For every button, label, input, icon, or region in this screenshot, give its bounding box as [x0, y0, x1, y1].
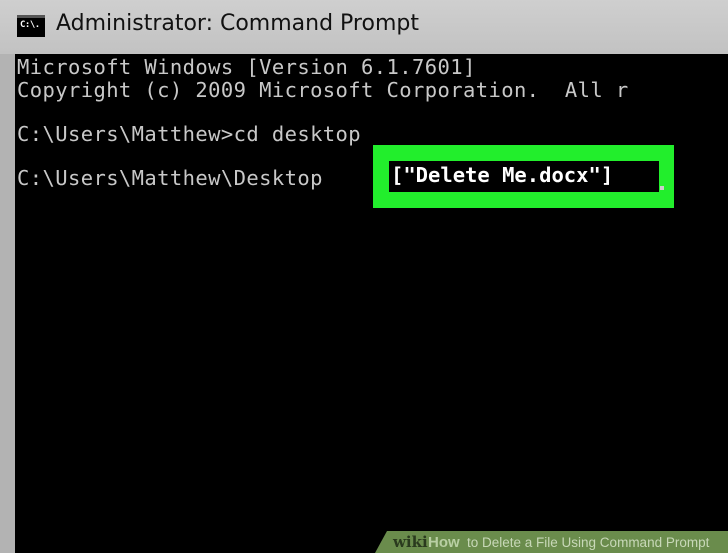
typed-command: ["Delete Me.docx"]	[391, 163, 614, 187]
banner-how: How	[428, 534, 460, 551]
console-line: Copyright (c) 2009 Microsoft Corporation…	[17, 78, 629, 102]
banner-title: to Delete a File Using Command Prompt	[467, 535, 710, 550]
window-border	[0, 54, 15, 553]
text-cursor	[660, 186, 664, 190]
cmd-icon: C:\.	[17, 15, 45, 37]
console-line: Microsoft Windows [Version 6.1.7601]	[17, 55, 476, 79]
console-prompt: C:\Users\Matthew\Desktop	[17, 166, 323, 190]
highlight-box: ["Delete Me.docx"]	[373, 145, 674, 208]
console-output[interactable]: Microsoft Windows [Version 6.1.7601] Cop…	[15, 54, 728, 553]
console-line: C:\Users\Matthew>cd desktop	[17, 122, 362, 146]
title-bar: C:\. Administrator: Command Prompt	[0, 0, 728, 54]
banner-wiki: wiki	[393, 533, 428, 551]
cmd-icon-text: C:\.	[20, 20, 40, 30]
window-title: Administrator: Command Prompt	[56, 11, 419, 36]
command-input[interactable]: ["Delete Me.docx"]	[389, 161, 659, 192]
wikihow-banner: wiki How to Delete a File Using Command …	[375, 531, 728, 553]
